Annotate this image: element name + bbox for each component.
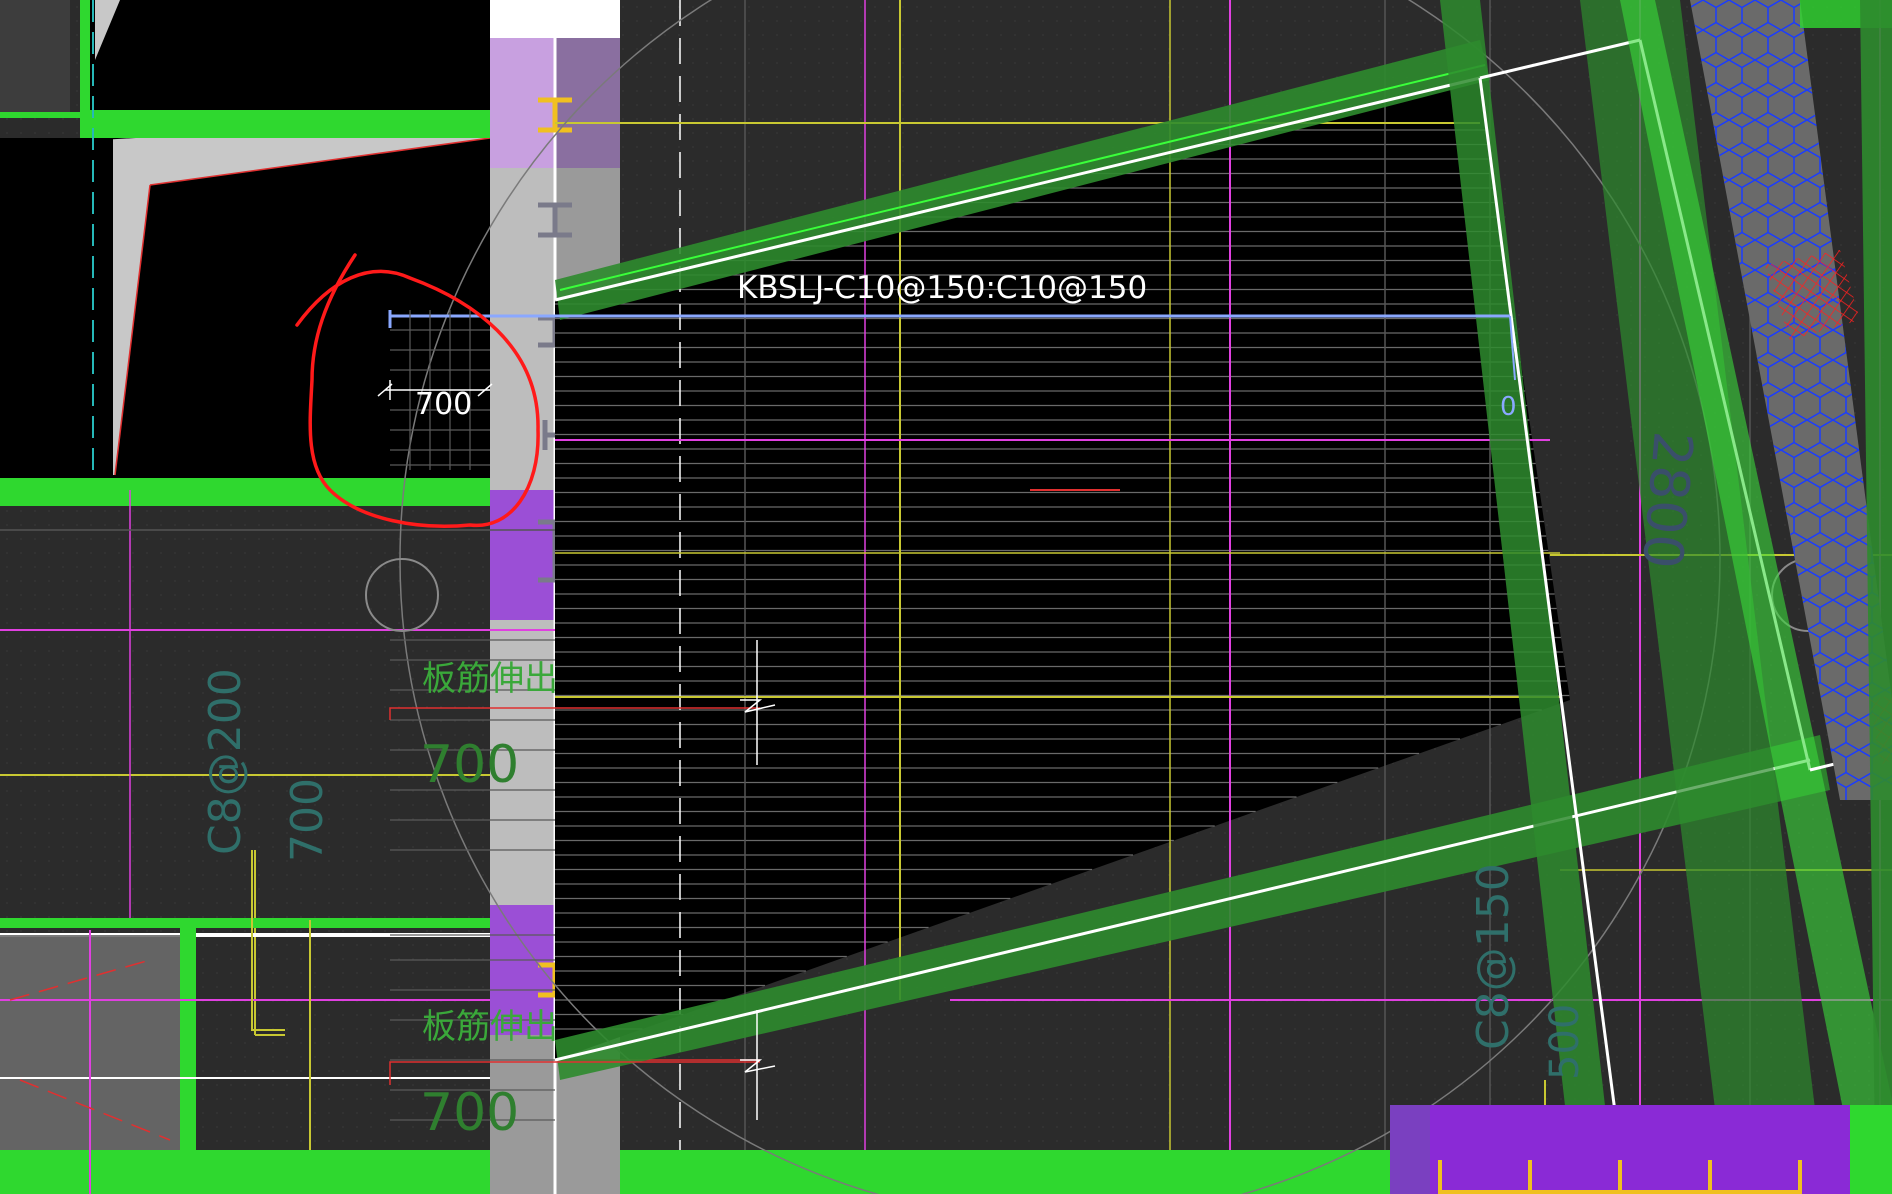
dimension-700-vertical: 700: [282, 778, 333, 862]
green-beam: [80, 110, 490, 138]
cad-viewport[interactable]: KBSLJ-C10@150:C10@150 700 0 2800 板筋伸出 板筋…: [0, 0, 1892, 1194]
rebar-spec-c8-200: C8@200: [200, 668, 251, 855]
cad-drawing[interactable]: KBSLJ-C10@150:C10@150 700 0 2800 板筋伸出 板筋…: [0, 0, 1892, 1194]
slab-rebar-label: KBSLJ-C10@150:C10@150: [737, 270, 1147, 306]
dimension-700: 700: [420, 735, 519, 795]
dimension-700: 700: [420, 1083, 519, 1143]
black-area: [80, 0, 490, 118]
grey-region: [0, 0, 70, 118]
board-extension-label: 板筋伸出: [422, 1007, 558, 1047]
dimension-2800: 2800: [1630, 429, 1705, 571]
dimension-zero: 0: [1500, 392, 1517, 422]
green-beam: [0, 478, 490, 506]
black-area: [0, 138, 490, 478]
black-strip: [95, 138, 113, 478]
green-beam: [80, 0, 90, 138]
board-extension-label: 板筋伸出: [422, 659, 558, 699]
rebar-spec-c8-150: C8@150: [1468, 863, 1519, 1050]
dimension-700-top: 700: [415, 387, 472, 422]
dimension-500: 500: [1542, 1004, 1588, 1080]
